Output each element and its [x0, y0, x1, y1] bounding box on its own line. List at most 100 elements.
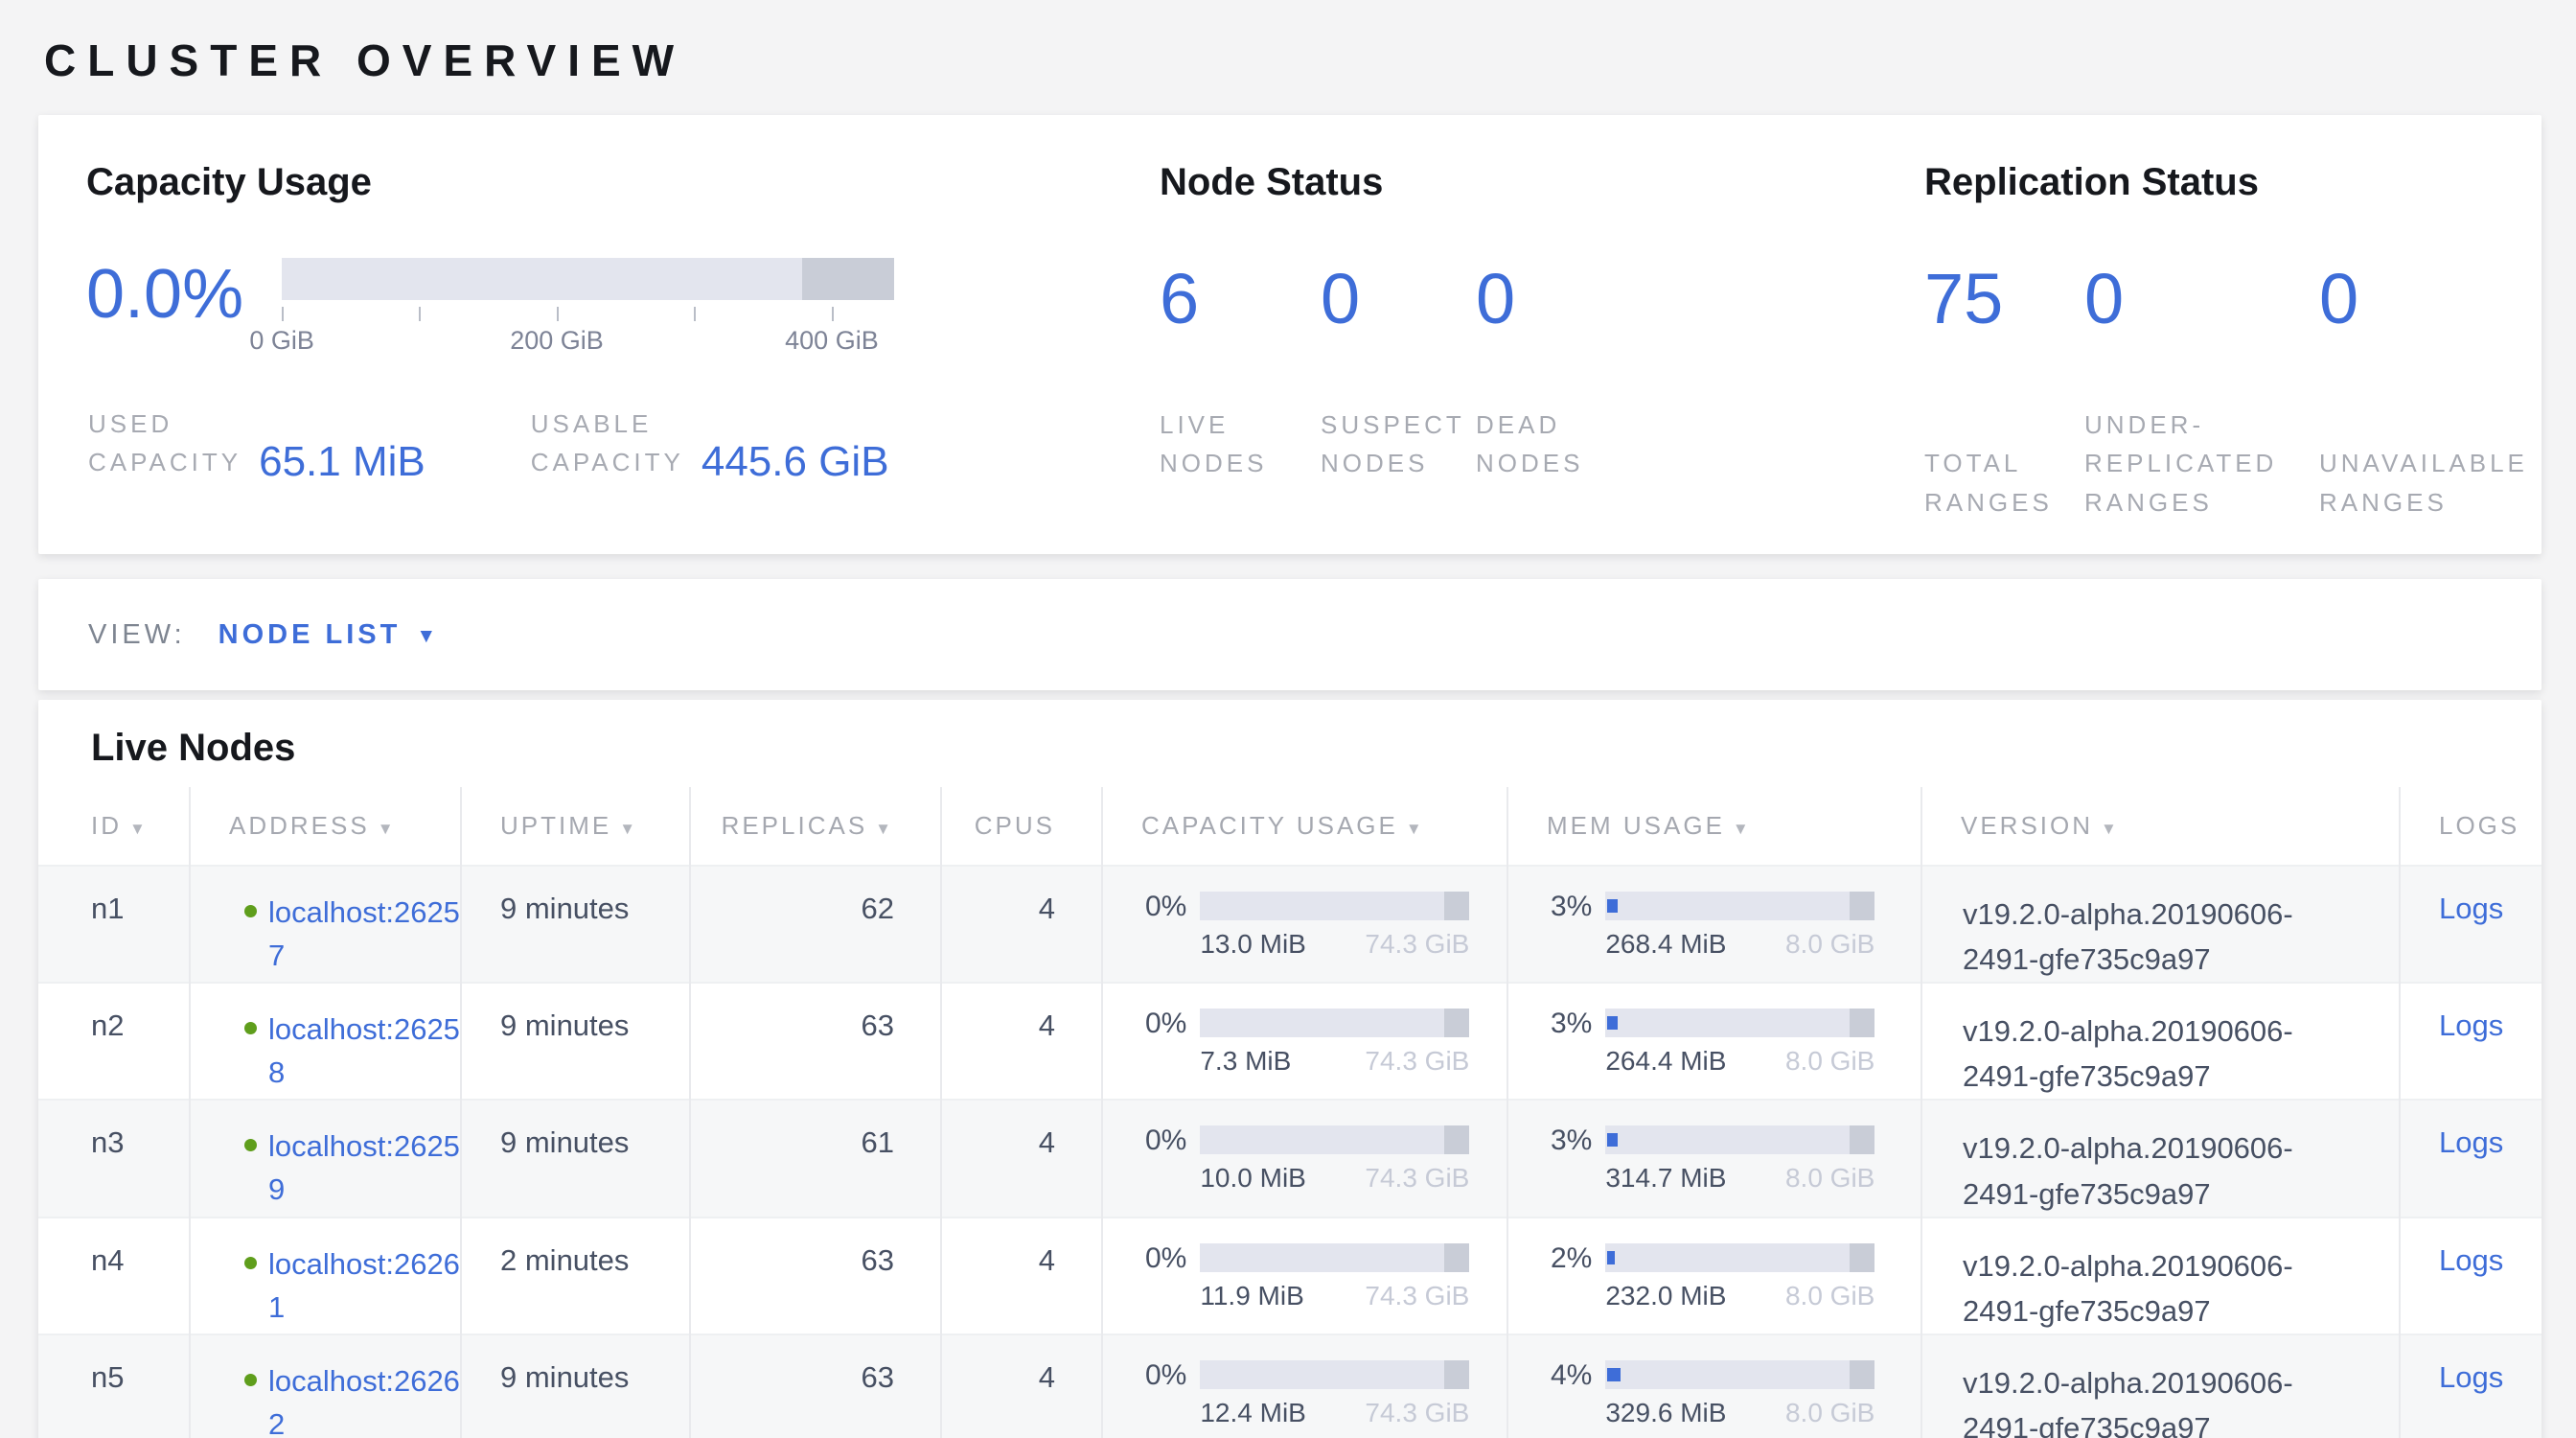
node-version: v19.2.0-alpha.20190606-2491-gfe735c9a97: [1921, 1334, 2400, 1438]
node-version: v19.2.0-alpha.20190606-2491-gfe735c9a97: [1921, 866, 2400, 983]
chevron-down-icon: ▼: [416, 625, 436, 648]
under-replicated-ranges-count: 0: [2084, 264, 2319, 335]
node-list-select-value: NODE LIST: [218, 619, 402, 651]
live-nodes-table: ID▼ ADDRESS▼ UPTIME▼ REPLICAS▼ CPUS CAPA…: [38, 787, 2542, 1438]
column-header-capacity-usage[interactable]: CAPACITY USAGE▼: [1102, 787, 1507, 866]
dead-nodes-label: DEAD NODES: [1476, 406, 1583, 483]
cluster-overview-page: CLUSTER OVERVIEW Capacity Usage 0.0%: [0, 0, 2576, 1438]
axis-tick-label: 200 GiB: [510, 326, 604, 356]
column-header-address[interactable]: ADDRESS▼: [190, 787, 461, 866]
live-nodes-card: Live Nodes ID▼ ADDRESS▼ UPTIME▼ REPLICAS…: [38, 700, 2542, 1438]
logs-link[interactable]: Logs: [2439, 1125, 2503, 1159]
usable-capacity-value: 445.6 GiB: [702, 438, 889, 486]
column-header-logs: LOGS: [2400, 787, 2542, 866]
node-address-link[interactable]: localhost:26258: [268, 1009, 460, 1095]
sort-caret-icon: ▼: [2101, 820, 2120, 838]
sort-caret-icon: ▼: [1733, 820, 1752, 838]
used-capacity-stat: USED CAPACITY 65.1 MiB: [88, 405, 426, 482]
column-header-mem-usage[interactable]: MEM USAGE▼: [1507, 787, 1921, 866]
node-address-link[interactable]: localhost:26261: [268, 1243, 460, 1330]
column-header-version[interactable]: VERSION▼: [1921, 787, 2400, 866]
live-nodes-count: 6: [1160, 264, 1321, 335]
node-id: n1: [38, 866, 190, 983]
node-uptime: 9 minutes: [461, 866, 690, 983]
node-uptime: 9 minutes: [461, 983, 690, 1100]
mem-used-fill: [1607, 1016, 1618, 1030]
node-replicas: 62: [690, 866, 941, 983]
live-status-dot-icon: [244, 1257, 257, 1269]
capacity-used-percent: 0.0%: [86, 260, 243, 329]
table-row: n4 localhost:26261 2 minutes 63 4 0% 11.…: [38, 1218, 2542, 1334]
sort-caret-icon: ▼: [378, 820, 397, 838]
node-address-link[interactable]: localhost:26257: [268, 892, 460, 978]
node-status-title: Node Status: [1160, 161, 1924, 204]
axis-tick-label: 400 GiB: [785, 326, 879, 356]
node-address-link[interactable]: localhost:26262: [268, 1360, 460, 1438]
node-list-select[interactable]: NODE LIST ▼: [218, 619, 436, 651]
cluster-summary-card: Capacity Usage 0.0% 0 GiB: [38, 115, 2542, 554]
mem-bar: [1605, 1243, 1874, 1272]
mem-used-fill: [1607, 1251, 1615, 1264]
node-id: n4: [38, 1218, 190, 1334]
page-title: CLUSTER OVERVIEW: [44, 35, 2542, 86]
sort-caret-icon: ▼: [1406, 820, 1425, 838]
node-version: v19.2.0-alpha.20190606-2491-gfe735c9a97: [1921, 1218, 2400, 1334]
mem-bar: [1605, 1009, 1874, 1037]
mem-used-fill: [1607, 1368, 1621, 1381]
column-header-id[interactable]: ID▼: [38, 787, 190, 866]
column-header-replicas[interactable]: REPLICAS▼: [690, 787, 941, 866]
node-uptime: 9 minutes: [461, 1334, 690, 1438]
under-replicated-ranges-label: UNDER- REPLICATED RANGES: [2084, 406, 2319, 522]
logs-link[interactable]: Logs: [2439, 892, 2503, 925]
column-header-uptime[interactable]: UPTIME▼: [461, 787, 690, 866]
capacity-usage-cell: 0% 7.3 MiB74.3 GiB: [1103, 1009, 1506, 1077]
unavailable-ranges-label: UNAVAILABLE RANGES: [2319, 444, 2528, 522]
view-selector-bar: VIEW: NODE LIST ▼: [38, 579, 2542, 690]
node-address-link[interactable]: localhost:26259: [268, 1125, 460, 1212]
node-replicas: 63: [690, 1218, 941, 1334]
node-cpus: 4: [941, 983, 1102, 1100]
capacity-bar: [1200, 1125, 1469, 1154]
node-cpus: 4: [941, 1334, 1102, 1438]
node-id: n3: [38, 1100, 190, 1217]
capacity-usage-cell: 0% 10.0 MiB74.3 GiB: [1103, 1125, 1506, 1194]
node-version: v19.2.0-alpha.20190606-2491-gfe735c9a97: [1921, 983, 2400, 1100]
logs-link[interactable]: Logs: [2439, 1009, 2503, 1042]
node-replicas: 63: [690, 983, 941, 1100]
table-row: n1 localhost:26257 9 minutes 62 4 0% 13.…: [38, 866, 2542, 983]
dead-nodes-count: 0: [1476, 264, 1515, 335]
node-cpus: 4: [941, 866, 1102, 983]
mem-usage-cell: 2% 232.0 MiB8.0 GiB: [1508, 1243, 1920, 1311]
table-row: n3 localhost:26259 9 minutes 61 4 0% 10.…: [38, 1100, 2542, 1217]
table-header-row: ID▼ ADDRESS▼ UPTIME▼ REPLICAS▼ CPUS CAPA…: [38, 787, 2542, 866]
sort-caret-icon: ▼: [875, 820, 894, 838]
logs-link[interactable]: Logs: [2439, 1243, 2503, 1277]
live-nodes-title: Live Nodes: [38, 700, 2542, 787]
capacity-usage-section: Capacity Usage 0.0% 0 GiB: [86, 161, 1160, 554]
mem-bar: [1605, 1360, 1874, 1389]
replication-status-section: Replication Status 75 0 0 TOTAL RANGES U…: [1924, 161, 2542, 554]
node-id: n5: [38, 1334, 190, 1438]
capacity-bar: [1200, 1009, 1469, 1037]
capacity-usage-cell: 0% 11.9 MiB74.3 GiB: [1103, 1243, 1506, 1311]
capacity-gauge: 0 GiB 200 GiB 400 GiB: [282, 258, 894, 357]
live-status-dot-icon: [244, 1022, 257, 1034]
mem-used-fill: [1607, 1133, 1618, 1147]
mem-usage-cell: 3% 264.4 MiB8.0 GiB: [1508, 1009, 1920, 1077]
mem-bar: [1605, 1125, 1874, 1154]
usable-capacity-stat: USABLE CAPACITY 445.6 GiB: [531, 405, 889, 482]
total-ranges-label: TOTAL RANGES: [1924, 444, 2084, 522]
unavailable-ranges-count: 0: [2319, 264, 2358, 335]
used-capacity-value: 65.1 MiB: [259, 438, 426, 486]
replication-status-title: Replication Status: [1924, 161, 2542, 204]
sort-caret-icon: ▼: [129, 820, 149, 838]
capacity-bar: [1200, 1360, 1469, 1389]
used-capacity-label: USED CAPACITY: [88, 405, 242, 482]
node-cpus: 4: [941, 1218, 1102, 1334]
mem-used-fill: [1607, 899, 1618, 913]
logs-link[interactable]: Logs: [2439, 1360, 2503, 1394]
capacity-usage-title: Capacity Usage: [86, 161, 1160, 204]
live-status-dot-icon: [244, 1374, 257, 1386]
mem-bar: [1605, 892, 1874, 920]
table-row: n5 localhost:26262 9 minutes 63 4 0% 12.…: [38, 1334, 2542, 1438]
